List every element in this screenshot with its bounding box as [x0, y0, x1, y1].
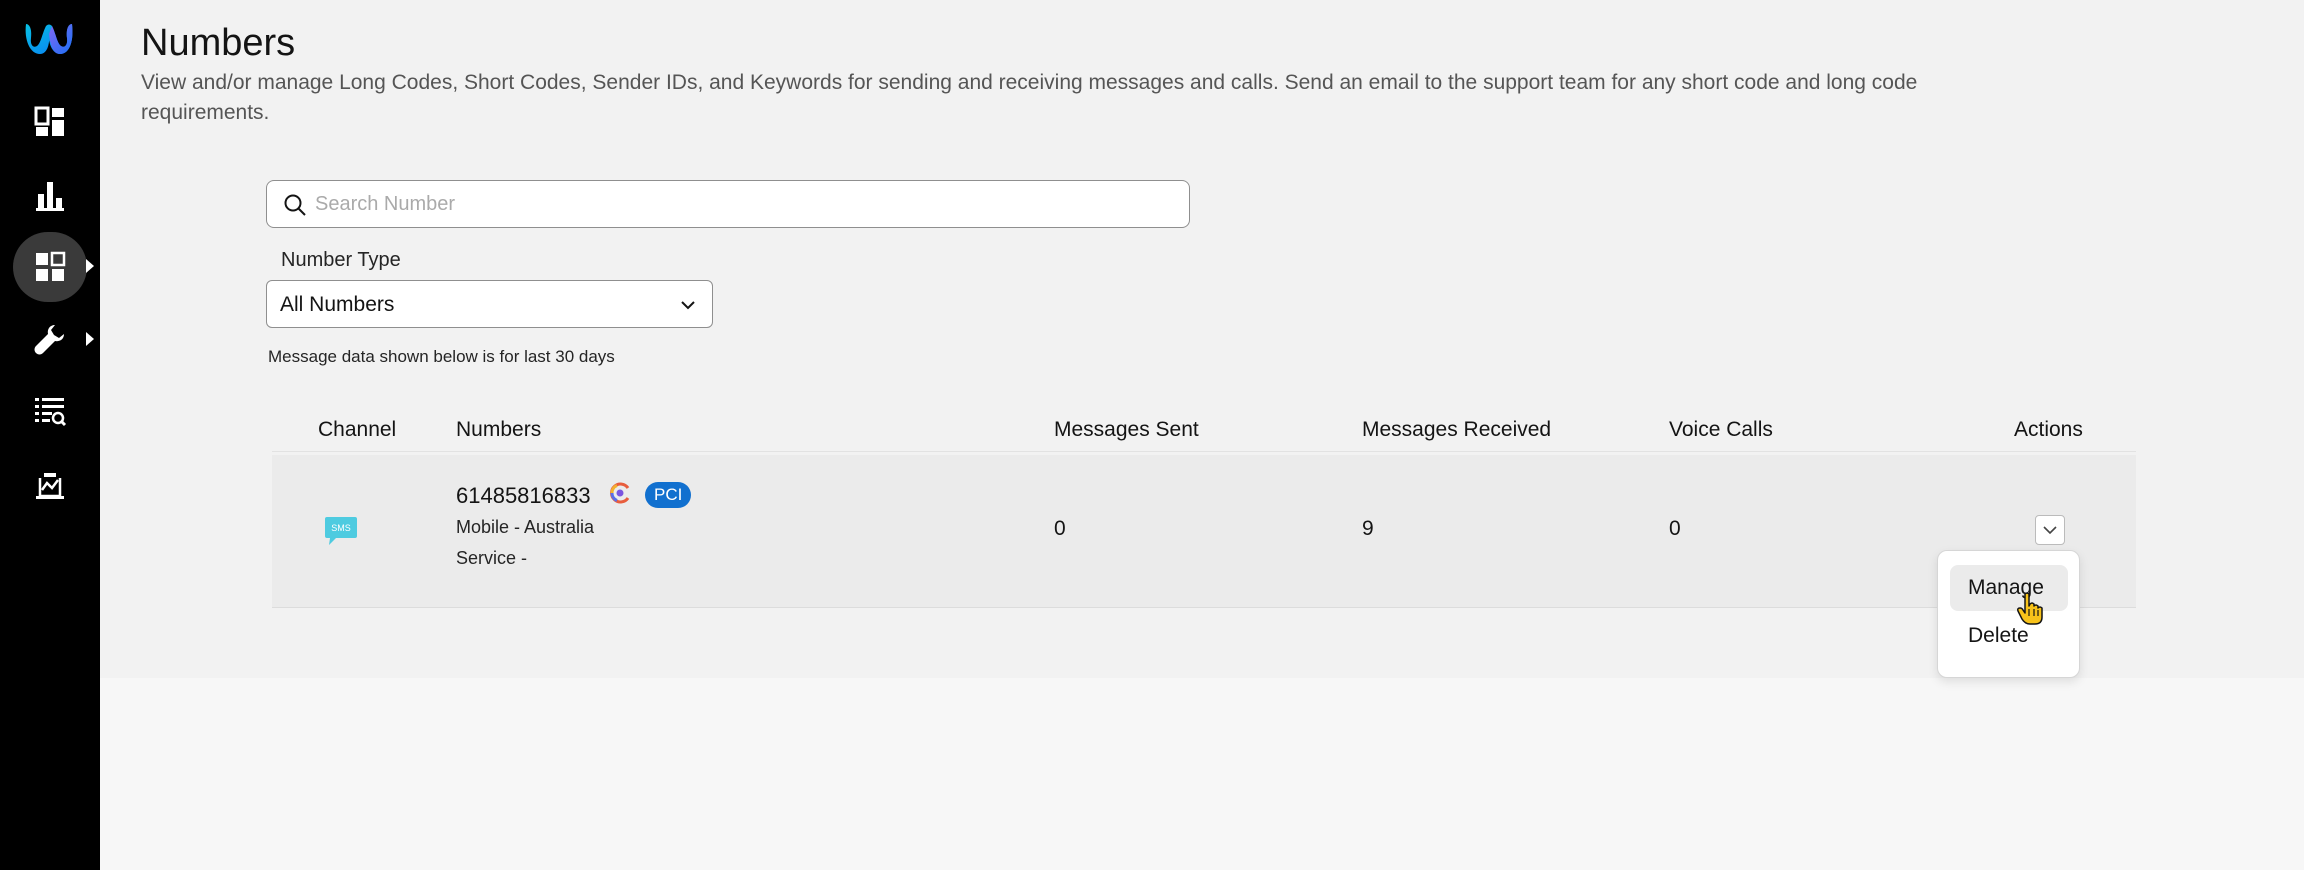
chevron-down-icon: [681, 301, 695, 310]
column-header-actions: Actions: [2014, 418, 2083, 441]
sidebar-item-apps[interactable]: [13, 232, 87, 302]
wrench-icon: [34, 325, 64, 355]
column-header-numbers: Numbers: [456, 418, 542, 441]
analytics-icon: [36, 182, 64, 211]
dashboard-icon: [34, 106, 64, 136]
sidebar-item-analytics[interactable]: [13, 160, 87, 230]
pci-badge: PCI: [645, 482, 692, 508]
sidebar-expand-caret-icon[interactable]: [86, 332, 94, 346]
column-header-messages-received: Messages Received: [1362, 418, 1552, 441]
table-row[interactable]: SMS 61485816833 PCI Mobile - Australia S…: [272, 455, 2136, 608]
number-type-label: Number Type: [281, 249, 401, 271]
number-type-select[interactable]: All Numbers: [266, 280, 713, 328]
page-description: View and/or manage Long Codes, Short Cod…: [141, 71, 1918, 124]
webex-logo-icon[interactable]: [22, 16, 76, 60]
search-icon: [284, 194, 306, 216]
column-header-channel: Channel: [318, 418, 397, 441]
numbers-table: Channel Numbers Messages Sent Messages R…: [272, 410, 2136, 608]
sidebar-item-settings[interactable]: [13, 304, 87, 374]
messages-received-value: 9: [1362, 517, 1374, 540]
data-period-note: Message data shown below is for last 30 …: [268, 347, 615, 366]
sidebar-item-dashboard[interactable]: [13, 87, 87, 157]
sms-icon: SMS: [325, 517, 357, 545]
table-header: Channel Numbers Messages Sent Messages R…: [272, 410, 2136, 452]
chevron-down-icon: [2043, 526, 2057, 535]
sidebar-item-monitoring[interactable]: [13, 450, 87, 520]
sidebar-item-reports[interactable]: [13, 376, 87, 446]
column-header-messages-sent: Messages Sent: [1054, 418, 1199, 441]
messages-sent-value: 0: [1054, 517, 1066, 540]
page-title: Numbers: [141, 22, 296, 64]
search-input[interactable]: [315, 181, 1175, 227]
number-type-selected-value: All Numbers: [280, 293, 395, 316]
sidebar-expand-caret-icon[interactable]: [86, 259, 94, 273]
row-actions-menu: Manage Delete: [1937, 550, 2080, 678]
menu-item-delete[interactable]: Delete: [1950, 613, 2068, 659]
hand-pointer-cursor-icon: [2017, 592, 2043, 625]
number-service-text: Service -: [456, 548, 528, 568]
phone-number: 61485816833: [456, 483, 591, 508]
sms-icon-text: SMS: [331, 523, 351, 533]
search-field[interactable]: [266, 180, 1190, 228]
reports-search-icon: [35, 398, 67, 427]
carrier-logo-icon: [610, 482, 630, 504]
monitoring-icon: [36, 473, 64, 499]
voice-calls-value: 0: [1669, 517, 1681, 540]
menu-item-manage[interactable]: Manage: [1950, 565, 2068, 611]
number-type-text: Mobile - Australia: [456, 517, 595, 537]
sidebar-nav: [0, 0, 100, 870]
apps-icon: [36, 251, 66, 281]
row-actions-dropdown-button[interactable]: [2035, 515, 2065, 545]
column-header-voice-calls: Voice Calls: [1669, 418, 1773, 441]
